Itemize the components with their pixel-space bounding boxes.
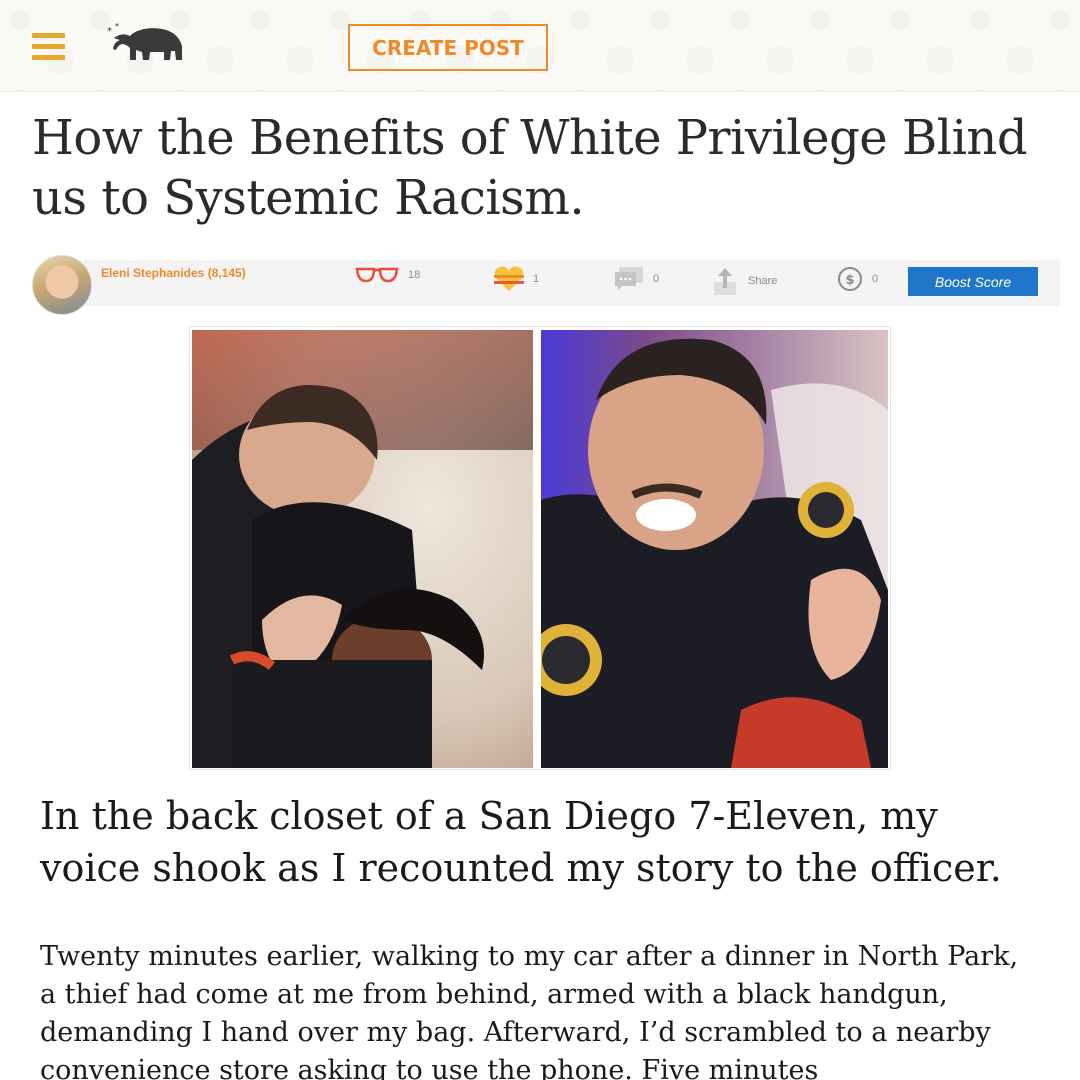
author-avatar[interactable] — [32, 255, 92, 315]
reads-stat[interactable]: 18 — [355, 266, 420, 284]
share-button[interactable]: Share — [713, 266, 777, 296]
hearts-count: 1 — [533, 273, 540, 285]
article-photo — [189, 326, 891, 770]
share-label: Share — [748, 275, 778, 287]
hamburger-menu-icon[interactable] — [32, 33, 65, 61]
article-title: How the Benefits of White Privilege Blin… — [32, 110, 1028, 226]
tips-stat[interactable]: $ 0 — [837, 266, 878, 292]
comments-count: 0 — [653, 273, 660, 285]
comments-stat[interactable]: 0 — [614, 266, 659, 292]
boost-score-button[interactable]: Boost Score — [908, 267, 1038, 296]
elephant-logo-icon[interactable]: * * — [104, 20, 186, 68]
article-paragraph: Twenty minutes earlier, walking to my ca… — [40, 941, 1019, 1080]
author-name-link[interactable]: Eleni Stephanides (8,145) — [101, 266, 246, 280]
dollar-coin-icon: $ — [838, 267, 862, 291]
hearts-stat[interactable]: 1 — [494, 266, 539, 292]
rainbow-heart-icon — [494, 266, 524, 291]
reads-count: 18 — [408, 269, 421, 281]
comment-bubble-icon — [615, 267, 643, 291]
article-lead: In the back closet of a San Diego 7-Elev… — [40, 794, 1002, 890]
create-post-button[interactable]: CREATE POST — [348, 24, 548, 71]
svg-text:*: * — [115, 22, 119, 31]
photo-right-panel — [541, 330, 888, 768]
svg-text:*: * — [107, 26, 112, 37]
photo-left-panel — [192, 330, 533, 768]
share-upload-icon — [714, 268, 736, 295]
tips-count: 0 — [872, 273, 879, 285]
svg-text:$: $ — [845, 273, 854, 288]
glasses-icon — [355, 267, 399, 283]
